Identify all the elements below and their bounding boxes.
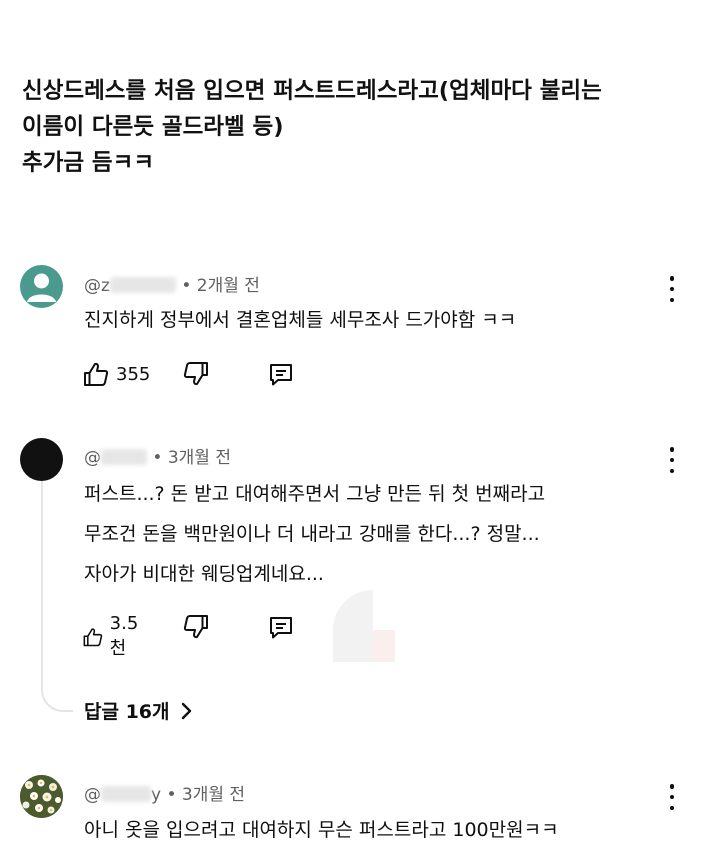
reply-button[interactable] bbox=[267, 360, 295, 388]
post-line: 신상드레스를 처음 입으면 퍼스트드레스라고(업체마다 불리는 bbox=[22, 78, 602, 104]
like-icon bbox=[83, 627, 103, 646]
comment-text: 진지하게 정부에서 결혼업체들 세무조사 드가야함 ㅋㅋ bbox=[84, 309, 517, 331]
blurred-handle bbox=[101, 786, 151, 802]
like-icon bbox=[84, 362, 109, 386]
like-count: 3.5천 bbox=[109, 613, 139, 659]
dislike-icon bbox=[183, 615, 208, 639]
comment-time: • 3개월 전 bbox=[161, 785, 246, 805]
reply-icon bbox=[270, 617, 292, 639]
dislike-icon bbox=[183, 362, 208, 386]
post-text: 신상드레스를 처음 입으면 퍼스트드레스라고(업체마다 불리는 이름이 다른듯 … bbox=[22, 73, 702, 181]
view-replies-button[interactable]: 답글 16개 bbox=[84, 697, 192, 724]
post-line: 이름이 다른듯 골드라벨 등) bbox=[22, 114, 284, 140]
comment-meta: @ • 3개월 전 bbox=[84, 443, 231, 468]
post-line: 추가금 듬ㅋㅋ bbox=[22, 150, 155, 176]
blurred-handle bbox=[101, 449, 147, 465]
comment-handle-tail: y bbox=[151, 785, 162, 805]
dislike-button[interactable] bbox=[182, 360, 210, 388]
reply-button[interactable] bbox=[267, 613, 295, 641]
more-vert-icon[interactable] bbox=[664, 447, 680, 473]
comment-handle[interactable]: @ bbox=[84, 448, 101, 468]
avatar[interactable] bbox=[20, 265, 63, 308]
like-button[interactable]: 3.5천 bbox=[82, 613, 145, 660]
chevron-right-icon bbox=[181, 702, 191, 719]
like-count: 355 bbox=[116, 363, 151, 385]
like-button[interactable]: 355 bbox=[82, 360, 150, 388]
comment-time: • 3개월 전 bbox=[147, 448, 231, 468]
comment-meta: @z • 2개월 전 bbox=[84, 271, 260, 296]
thread-line bbox=[41, 480, 73, 712]
more-vert-icon[interactable] bbox=[664, 784, 680, 810]
avatar[interactable] bbox=[20, 438, 63, 481]
comment-text: 퍼스트...? 돈 받고 대여해주면서 그냥 만든 뒤 첫 번째라고 bbox=[84, 483, 546, 505]
comment-handle[interactable]: @z bbox=[84, 276, 110, 296]
comment-text: 자아가 비대한 웨딩업계네요... bbox=[84, 563, 324, 585]
avatar[interactable] bbox=[20, 775, 63, 818]
comment-time: • 2개월 전 bbox=[175, 276, 260, 296]
more-vert-icon[interactable] bbox=[664, 276, 680, 302]
replies-label: 답글 16개 bbox=[84, 701, 170, 723]
comment-text: 아니 옷을 입으려고 대여하지 무슨 퍼스트라고 100만원ㅋㅋ bbox=[84, 819, 559, 841]
flowers-photo-icon bbox=[20, 775, 63, 818]
account-icon bbox=[27, 273, 56, 302]
watermark-shape bbox=[333, 590, 395, 662]
dislike-button[interactable] bbox=[182, 613, 210, 641]
comment-meta: @ y • 3개월 전 bbox=[84, 780, 245, 805]
blurred-handle bbox=[109, 277, 176, 293]
comment-text: 무조건 돈을 백만원이나 더 내라고 강매를 한다...? 정말... bbox=[84, 523, 540, 545]
reply-icon bbox=[270, 364, 292, 386]
comment-handle[interactable]: @ bbox=[84, 785, 101, 805]
